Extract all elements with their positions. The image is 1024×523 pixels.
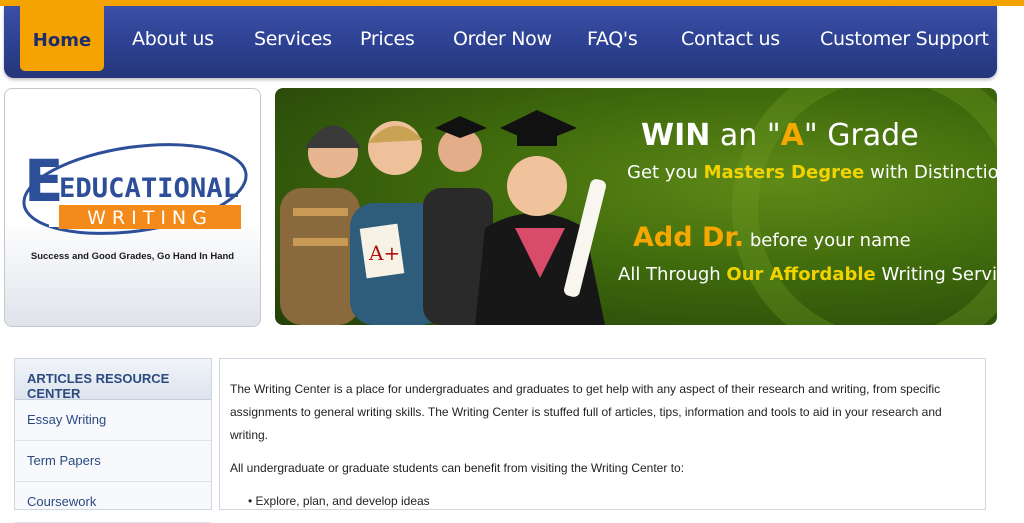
nav-services-link[interactable]: Services [254,28,332,50]
sidebar-item-term-papers[interactable]: Term Papers [15,441,211,482]
sidebar-item-coursework[interactable]: Coursework [15,482,211,523]
benefit-paragraph: All undergraduate or graduate students c… [230,461,685,475]
logo-graphic: E EDUCATIONAL WRITING [22,143,248,235]
bullet-item-text: Explore, plan, and develop ideas [255,494,430,508]
headline-line4: All Through Our Affordable Writing Servi… [618,264,997,285]
nav-support-link[interactable]: Customer Support [820,28,989,50]
intro-paragraph: The Writing Center is a place for underg… [230,382,942,442]
sidebar-heading: ARTICLES RESOURCE CENTER [27,371,170,401]
nav-about-link[interactable]: About us [132,28,214,50]
nav-contact-link[interactable]: Contact us [681,28,780,50]
bullet-item: • Explore, plan, and develop ideas [248,494,430,508]
site-logo[interactable]: E EDUCATIONAL WRITING Success and Good G… [4,88,261,327]
headline-line1: WIN an "A" Grade [641,118,919,153]
svg-text:E: E [24,147,64,215]
nav-order-link[interactable]: Order Now [453,28,552,50]
sidebar-heading-box: ARTICLES RESOURCE CENTER [15,359,211,401]
sidebar-item-label: Essay Writing [27,412,107,427]
main-navigation: Home About us Services Prices Order Now … [4,6,997,78]
logo-tagline: Success and Good Grades, Go Hand In Hand [30,251,235,262]
articles-sidebar: ARTICLES RESOURCE CENTER Essay Writing T… [14,358,212,523]
hero-banner[interactable]: A+ WIN an "A" Grade Get you Masters Degr… [275,88,997,325]
logo-word-educational: EDUCATIONAL [59,173,239,204]
main-content: The Writing Center is a place for underg… [219,358,986,510]
sidebar-item-label: Term Papers [27,453,101,468]
sidebar-item-label: Coursework [27,494,97,509]
nav-home-label: Home [32,30,92,51]
headline-line3: Add Dr. before your name [633,222,911,253]
headline-line2: Get you Masters Degree with Distinction [627,162,997,183]
sidebar-item-essay-writing[interactable]: Essay Writing [15,400,211,441]
nav-prices-link[interactable]: Prices [360,28,415,50]
nav-faq-link[interactable]: FAQ's [587,28,638,50]
nav-home-tab[interactable]: Home [20,6,104,71]
logo-word-writing: WRITING [87,207,213,229]
paper-grade: A+ [368,241,400,265]
